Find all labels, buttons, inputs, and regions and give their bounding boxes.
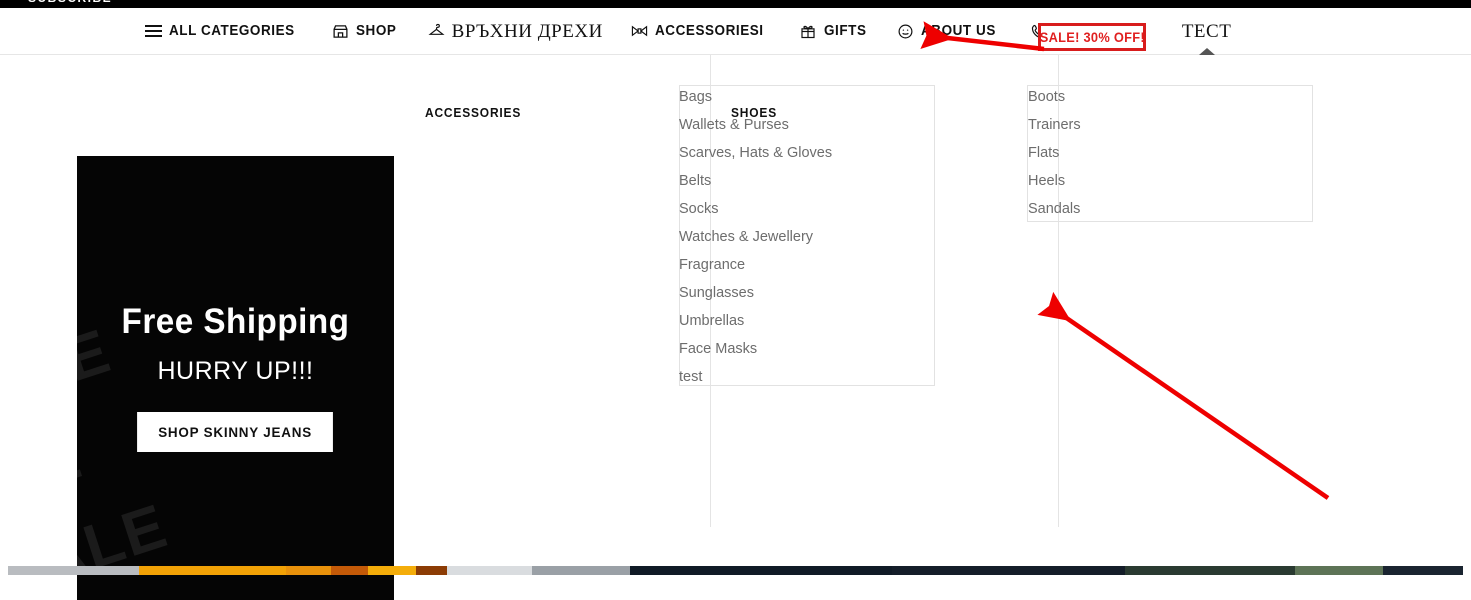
mega-list-item[interactable]: Trainers: [1028, 111, 1081, 139]
product-thumb[interactable]: [286, 566, 331, 575]
promo-content: Free Shipping HURRY UP!!! Shop Skinny Je…: [77, 304, 394, 452]
nav-item-all-categories[interactable]: All Categories: [145, 8, 304, 54]
sale-badge-label: SALE! 30% OFF!: [1039, 29, 1145, 45]
product-thumb[interactable]: [532, 566, 630, 575]
product-thumb[interactable]: [331, 566, 368, 575]
mega-list-item[interactable]: Face Masks: [679, 335, 832, 363]
nav-item-vrahni-drehi[interactable]: ВРЪХНИ ДРЕХИ: [428, 8, 603, 54]
main-navigation-bar: All Categories Shop ВРЪХНИ ДРЕХИ: [0, 8, 1471, 55]
mega-list-item[interactable]: Fragrance: [679, 251, 832, 279]
hanger-icon: [428, 23, 445, 40]
product-carousel-strip[interactable]: [8, 566, 1463, 575]
mega-list-item[interactable]: Boots: [1028, 83, 1081, 111]
nav-item-gifts[interactable]: Gifts: [800, 8, 870, 54]
product-thumb[interactable]: [447, 566, 532, 575]
mega-list-item[interactable]: test: [679, 363, 832, 391]
dropdown-caret-icon: [1198, 48, 1215, 55]
nav-item-label: Gifts: [823, 22, 867, 39]
mega-list-item[interactable]: Umbrellas: [679, 307, 832, 335]
top-announcement-bar: SUBSCRIBE: [0, 0, 1471, 8]
nav-item-accessoriesi[interactable]: Accessoriesi: [631, 8, 772, 54]
product-thumb[interactable]: [1383, 566, 1463, 575]
mega-column-title-accessories: Accessories: [425, 105, 522, 120]
gift-icon: [800, 23, 817, 40]
product-thumb[interactable]: [1125, 566, 1295, 575]
nav-item-about-us[interactable]: About Us: [897, 8, 1002, 54]
product-thumb[interactable]: [630, 566, 892, 575]
mega-list-item[interactable]: Flats: [1028, 139, 1081, 167]
product-thumb[interactable]: [8, 566, 139, 575]
sale-badge[interactable]: SALE! 30% OFF!: [1038, 23, 1146, 51]
nav-item-label: ТЕСТ: [1181, 20, 1232, 42]
hamburger-icon: [145, 23, 162, 40]
mega-list-item[interactable]: Socks: [679, 195, 832, 223]
mega-column-title-shoes: Shoes: [731, 105, 778, 120]
mega-list-item[interactable]: Belts: [679, 167, 832, 195]
top-announcement-text: SUBSCRIBE: [28, 0, 112, 5]
product-thumb[interactable]: [416, 566, 447, 575]
mega-list-shoes: Boots Trainers Flats Heels Sandals: [1028, 83, 1081, 223]
watermark-row: SALE: [77, 524, 394, 600]
promo-subtitle: HURRY UP!!!: [157, 357, 314, 385]
store-icon: [332, 23, 349, 40]
promo-banner[interactable]: SALE SALE SALE SALE SALE SALE SALE Free …: [77, 156, 394, 600]
mega-list-item[interactable]: Sandals: [1028, 195, 1081, 223]
nav-item-label: About Us: [921, 22, 997, 39]
nav-item-label: Shop: [356, 22, 397, 39]
product-thumb[interactable]: [368, 566, 416, 575]
product-thumb[interactable]: [139, 566, 286, 575]
product-thumb[interactable]: [892, 566, 1125, 575]
nav-item-label: ВРЪХНИ ДРЕХИ: [451, 20, 603, 42]
nav-item-label: Accessoriesi: [654, 22, 764, 39]
mega-list-accessories: Bags Wallets & Purses Scarves, Hats & Gl…: [679, 83, 832, 391]
mega-list-item[interactable]: Sunglasses: [679, 279, 832, 307]
shop-skinny-jeans-button[interactable]: Shop Skinny Jeans: [137, 412, 334, 452]
smiley-icon: [897, 23, 914, 40]
product-thumb[interactable]: [1295, 566, 1383, 575]
mega-menu-panel: Accessories Bags Wallets & Purses Scarve…: [0, 55, 1471, 600]
mega-list-item[interactable]: Watches & Jewellery: [679, 223, 832, 251]
mega-list-item[interactable]: Scarves, Hats & Gloves: [679, 139, 832, 167]
bowtie-icon: [631, 23, 648, 40]
mega-list-item[interactable]: Heels: [1028, 167, 1081, 195]
watermark-row: SALE: [77, 156, 394, 272]
nav-item-test[interactable]: ТЕСТ: [1181, 8, 1232, 55]
watermark-row: SALE: [77, 436, 394, 600]
nav-item-shop[interactable]: Shop: [332, 8, 400, 54]
nav-item-label: All Categories: [169, 22, 295, 39]
promo-title: Free Shipping: [121, 302, 350, 341]
